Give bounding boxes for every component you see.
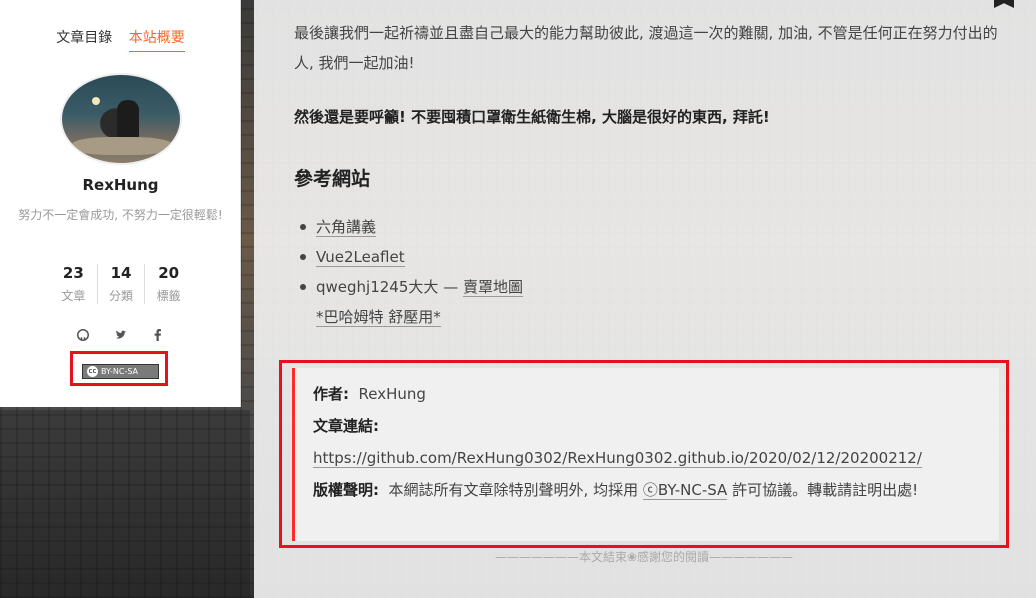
post-copyright: 作者: RexHung 文章連結: https://github.com/Rex… [292,368,999,541]
site-stats: 23 文章 14 分類 20 標籤 [50,264,192,304]
creative-commons-icon: cc [87,366,98,377]
cc-license-badge[interactable]: cc BY-NC-SA [82,364,159,379]
reference-prefix: qweghj1245大大 — [316,278,463,296]
reference-link-hexschool[interactable]: 六角講義 [316,218,377,237]
tab-overview[interactable]: 本站概要 [128,27,185,52]
stat-count: 20 [158,264,180,282]
avatar [60,73,182,165]
list-item: 六角講義 [300,212,523,242]
social-links [0,326,241,345]
stat-posts[interactable]: 23 文章 [50,264,97,304]
bullet-icon [300,224,306,230]
list-item-continued: *巴哈姆特 舒壓用* [316,302,523,332]
copyright-link-url-row: https://github.com/RexHung0302/RexHung03… [313,442,981,474]
background-image [0,410,250,598]
copyright-author-label: 作者: [313,385,349,403]
bookmark-icon[interactable] [994,0,1014,8]
avatar-person [117,100,139,140]
sidebar: 文章目錄 本站概要 RexHung 努力不一定會成功, 不努力一定很輕鬆! 23… [0,0,241,407]
copyright-link-label: 文章連結: [313,417,379,435]
reference-link-mask-map[interactable]: 賣罩地圖 [462,278,523,297]
list-item: Vue2Leaflet [300,242,523,272]
stat-count: 23 [62,264,84,282]
author-name: RexHung [82,176,159,194]
copyright-license-suffix: 許可協議。轉載請註明出處! [732,481,919,499]
license-highlight-box: cc BY-NC-SA [70,351,168,386]
stat-label: 文章 [61,289,86,303]
post-paragraph: 最後讓我們一起祈禱並且盡自己最大的能力幫助彼此, 渡過這一次的難關, 加油, 不… [294,24,998,72]
copyright-author-value: RexHung [358,385,426,403]
author-description: 努力不一定會成功, 不努力一定很輕鬆! [18,208,223,222]
avatar-lamp [92,97,100,105]
post-permalink[interactable]: https://github.com/RexHung0302/RexHung03… [313,449,922,468]
post-end-divider: ———————本文結束❀感謝您的閱讀——————— [494,550,794,564]
post-content: 最後讓我們一起祈禱並且盡自己最大的能力幫助彼此, 渡過這一次的難關, 加油, 不… [254,0,1036,598]
avatar-rug [72,137,172,155]
copyright-link-row: 文章連結: [313,410,981,442]
copyright-author-row: 作者: RexHung [313,378,981,410]
section-heading-references: 參考網站 [294,168,371,190]
bullet-icon [300,254,306,260]
copyright-license-text: 本網誌所有文章除特別聲明外, 均採用 [388,481,639,499]
post-paragraph-bold: 然後還是要呼籲! 不要囤積口罩衛生紙衛生棉, 大腦是很好的東西, 拜託! [294,108,770,126]
stat-tags[interactable]: 20 標籤 [144,264,192,304]
copyright-license-label: 版權聲明: [313,481,379,499]
cc-badge-label: BY-NC-SA [101,367,139,376]
tab-toc[interactable]: 文章目錄 [56,27,112,51]
stat-count: 14 [110,264,132,282]
bullet-icon [300,284,306,290]
stat-categories[interactable]: 14 分類 [96,264,145,304]
reference-list: 六角講義 Vue2Leaflet qweghj1245大大 — 賣罩地圖 *巴哈… [300,212,523,332]
list-item: qweghj1245大大 — 賣罩地圖 [300,272,523,302]
copyright-license-row: 版權聲明: 本網誌所有文章除特別聲明外, 均採用 ⓒBY-NC-SA 許可協議。… [313,474,981,506]
stat-label: 標籤 [156,289,181,303]
reference-link-bahamut[interactable]: *巴哈姆特 舒壓用* [316,308,441,327]
sidebar-tabs: 文章目錄 本站概要 [0,27,241,52]
stat-label: 分類 [109,289,134,303]
license-link[interactable]: ⓒBY-NC-SA [642,481,728,500]
reference-link-vue2leaflet[interactable]: Vue2Leaflet [316,248,405,267]
facebook-icon[interactable] [150,329,166,344]
twitter-icon[interactable] [113,329,129,344]
github-icon[interactable] [75,329,91,344]
